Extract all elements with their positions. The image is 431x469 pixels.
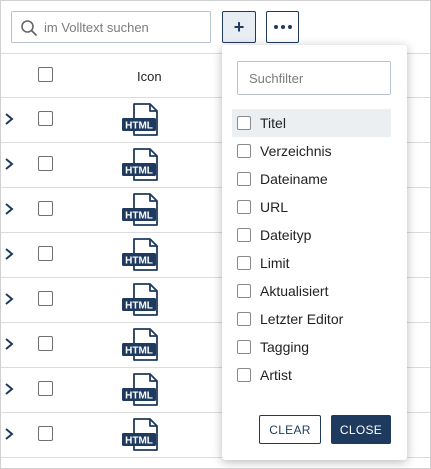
fulltext-search-input[interactable] bbox=[44, 16, 204, 38]
html-file-icon: HTML bbox=[122, 373, 158, 406]
fulltext-search[interactable] bbox=[11, 11, 211, 43]
column-option[interactable]: Letzter Editor bbox=[232, 305, 391, 333]
row-checkbox[interactable] bbox=[38, 111, 53, 126]
column-filter-input[interactable] bbox=[238, 62, 390, 94]
chevron-right-icon[interactable] bbox=[4, 247, 14, 261]
column-option[interactable]: URL bbox=[232, 193, 391, 221]
column-option-label: Dateiname bbox=[260, 171, 328, 187]
row-checkbox[interactable] bbox=[38, 426, 53, 441]
column-filter-field[interactable] bbox=[237, 61, 391, 95]
chevron-right-icon[interactable] bbox=[4, 382, 14, 396]
chevron-right-icon[interactable] bbox=[4, 112, 14, 126]
column-option-label: Artist bbox=[260, 367, 292, 383]
search-icon bbox=[21, 20, 37, 36]
column-option-checkbox[interactable] bbox=[237, 144, 251, 158]
close-button[interactable]: CLOSE bbox=[331, 415, 391, 444]
column-option-checkbox[interactable] bbox=[237, 284, 251, 298]
svg-text:HTML: HTML bbox=[125, 436, 153, 447]
column-option-label: Tagging bbox=[260, 339, 310, 355]
html-file-icon: HTML bbox=[122, 193, 158, 226]
column-option[interactable]: Aktualisiert bbox=[232, 277, 391, 305]
more-options-button[interactable] bbox=[266, 11, 299, 43]
column-option-checkbox[interactable] bbox=[237, 340, 251, 354]
column-option-label: Aktualisiert bbox=[260, 283, 329, 299]
html-file-icon: HTML bbox=[122, 238, 158, 271]
column-option[interactable]: Tagging bbox=[232, 333, 391, 361]
column-option[interactable]: Dateiname bbox=[232, 165, 391, 193]
column-option-checkbox[interactable] bbox=[237, 228, 251, 242]
svg-text:HTML: HTML bbox=[125, 166, 153, 177]
column-option-list: Titel Verzeichnis Dateiname URL Dateityp Limi… bbox=[232, 109, 391, 389]
html-file-icon: HTML bbox=[122, 418, 158, 451]
chevron-right-icon[interactable] bbox=[4, 427, 14, 441]
column-option-checkbox[interactable] bbox=[237, 256, 251, 270]
column-option-checkbox[interactable] bbox=[237, 116, 251, 130]
plus-icon: + bbox=[233, 16, 245, 37]
column-option-checkbox[interactable] bbox=[237, 312, 251, 326]
chevron-right-icon[interactable] bbox=[4, 292, 14, 306]
column-option-checkbox[interactable] bbox=[237, 172, 251, 186]
row-checkbox[interactable] bbox=[38, 156, 53, 171]
app-frame: + Icon HTMLHTMLHTMLHTMLHTMLHTMLHTMLHTML … bbox=[0, 0, 431, 469]
more-dots-icon bbox=[273, 25, 292, 29]
column-option-label: Dateityp bbox=[260, 227, 312, 243]
column-option-checkbox[interactable] bbox=[237, 368, 251, 382]
html-file-icon: HTML bbox=[122, 328, 158, 361]
column-option[interactable]: Artist bbox=[232, 361, 391, 389]
svg-text:HTML: HTML bbox=[125, 211, 153, 222]
column-option[interactable]: Dateityp bbox=[232, 221, 391, 249]
html-file-icon: HTML bbox=[122, 103, 158, 136]
column-option-label: Titel bbox=[260, 115, 286, 131]
select-all-checkbox[interactable] bbox=[38, 67, 53, 82]
chevron-right-icon[interactable] bbox=[4, 157, 14, 171]
row-checkbox[interactable] bbox=[38, 336, 53, 351]
add-column-button[interactable]: + bbox=[222, 11, 256, 43]
column-option-label: URL bbox=[260, 199, 289, 215]
row-checkbox[interactable] bbox=[38, 291, 53, 306]
svg-text:HTML: HTML bbox=[125, 346, 153, 357]
svg-text:HTML: HTML bbox=[125, 121, 153, 132]
html-file-icon: HTML bbox=[122, 148, 158, 181]
clear-button[interactable]: CLEAR bbox=[259, 415, 321, 444]
row-checkbox[interactable] bbox=[38, 201, 53, 216]
row-checkbox[interactable] bbox=[38, 246, 53, 261]
column-option-label: Limit bbox=[260, 255, 290, 271]
svg-text:HTML: HTML bbox=[125, 256, 153, 267]
column-chooser-popup: Titel Verzeichnis Dateiname URL Dateityp Limi… bbox=[222, 45, 407, 460]
html-file-icon: HTML bbox=[122, 283, 158, 316]
column-option-label: Verzeichnis bbox=[260, 143, 332, 159]
column-option-checkbox[interactable] bbox=[237, 200, 251, 214]
svg-text:HTML: HTML bbox=[125, 301, 153, 312]
svg-text:HTML: HTML bbox=[125, 391, 153, 402]
column-header-icon: Icon bbox=[137, 69, 162, 84]
column-option[interactable]: Verzeichnis bbox=[232, 137, 391, 165]
column-option[interactable]: Titel bbox=[232, 109, 391, 137]
column-option-label: Letzter Editor bbox=[260, 311, 344, 327]
row-checkbox[interactable] bbox=[38, 381, 53, 396]
column-option[interactable]: Limit bbox=[232, 249, 391, 277]
chevron-right-icon[interactable] bbox=[4, 202, 14, 216]
chevron-right-icon[interactable] bbox=[4, 337, 14, 351]
